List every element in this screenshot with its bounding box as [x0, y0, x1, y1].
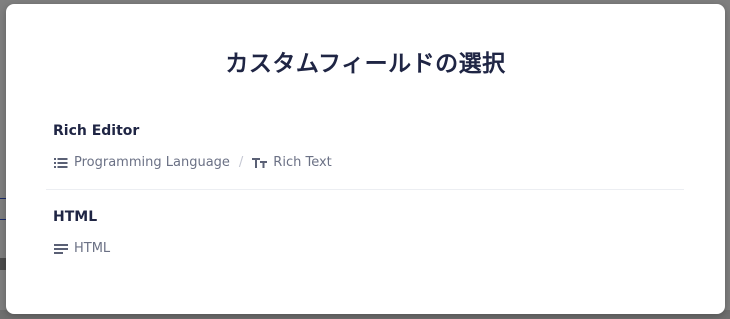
field-format-label: Rich Text — [273, 155, 332, 170]
custom-field-dialog: カスタムフィールドの選択 Rich Editor Programming Lan… — [6, 4, 725, 314]
lines-icon — [53, 242, 69, 256]
list-icon — [53, 156, 69, 170]
meta-separator: / — [238, 155, 244, 170]
field-type-label: Programming Language — [74, 155, 230, 170]
field-option-title: Rich Editor — [53, 123, 140, 139]
dialog-title: カスタムフィールドの選択 — [225, 51, 506, 77]
field-type-label: HTML — [74, 241, 111, 256]
field-option-title: HTML — [53, 209, 98, 225]
field-option-meta: Programming Language / Rich Text — [53, 155, 332, 170]
field-option-meta: HTML — [53, 241, 110, 256]
field-option-rich-editor[interactable]: Rich Editor Programming Language / Rich … — [46, 120, 684, 190]
text-format-icon — [252, 156, 268, 170]
field-option-html[interactable]: HTML HTML — [46, 206, 684, 266]
item-divider — [46, 189, 684, 190]
